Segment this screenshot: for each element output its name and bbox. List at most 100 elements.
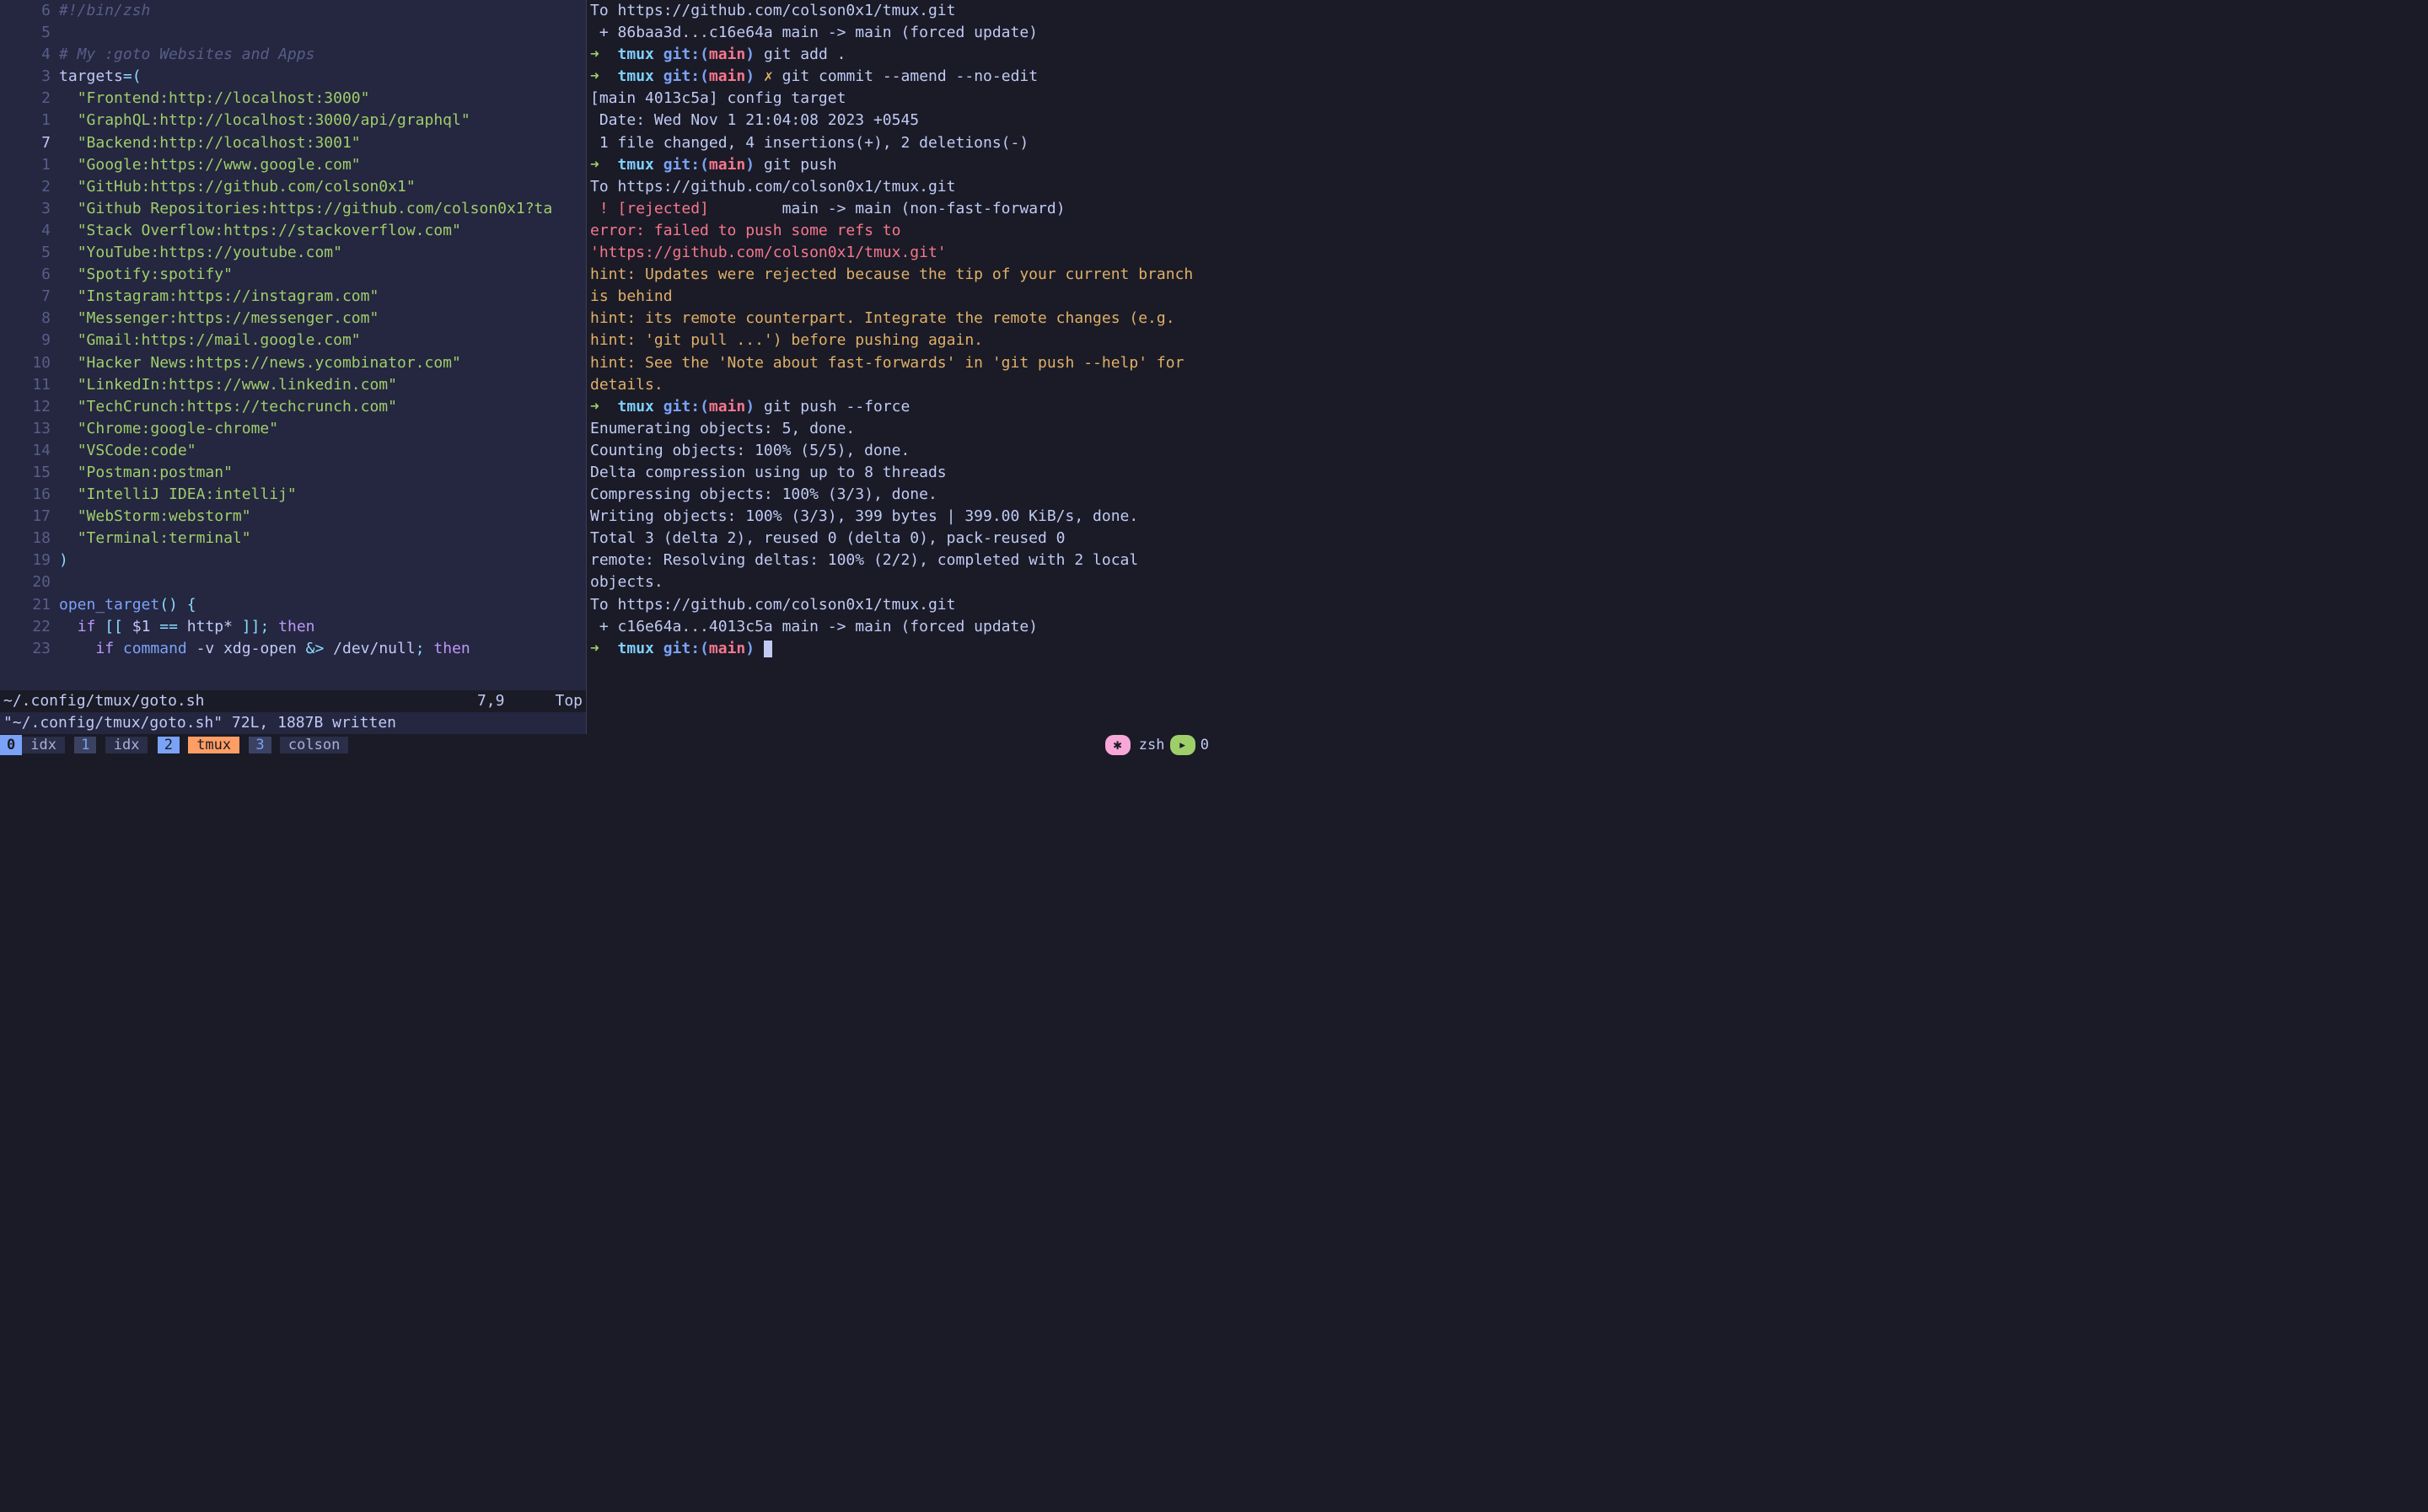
code-content[interactable]: "VSCode:code" [59,440,196,462]
code-line[interactable]: 2 "GitHub:https://github.com/colson0x1" [0,176,586,198]
code-line[interactable]: 6#!/bin/zsh [0,0,586,22]
code-content[interactable]: "Stack Overflow:https://stackoverflow.co… [59,220,461,242]
code-line[interactable]: 15 "Postman:postman" [0,462,586,484]
code-line[interactable]: 17 "WebStorm:webstorm" [0,506,586,528]
tmux-session-name[interactable]: 0 [0,735,22,756]
code-line[interactable]: 7 "Backend:http://localhost:3001" [0,132,586,154]
code-content[interactable]: #!/bin/zsh [59,0,150,22]
code-content[interactable]: ) [59,550,68,571]
code-content[interactable]: "Terminal:terminal" [59,528,251,550]
code-line[interactable]: 18 "Terminal:terminal" [0,528,586,550]
terminal-line: hint: 'git pull ...') before pushing aga… [590,330,1214,351]
vim-statusline: ~/.config/tmux/goto.sh 7,9 Top [0,690,586,712]
line-number: 5 [0,242,59,264]
code-line[interactable]: 6 "Spotify:spotify" [0,264,586,286]
line-number: 11 [0,374,59,396]
terminal-line: ! [rejected] main -> main (non-fast-forw… [590,198,1214,220]
code-line[interactable]: 23 if command -v xdg-open &> /dev/null; … [0,638,586,660]
line-number: 6 [0,0,59,22]
line-number: 20 [0,571,59,593]
code-line[interactable]: 1 "GraphQL:http://localhost:3000/api/gra… [0,110,586,131]
code-line[interactable]: 8 "Messenger:https://messenger.com" [0,308,586,330]
terminal-line: Compressing objects: 100% (3/3), done. [590,484,1214,506]
line-number: 2 [0,88,59,110]
code-line[interactable]: 16 "IntelliJ IDEA:intellij" [0,484,586,506]
code-line[interactable]: 7 "Instagram:https://instagram.com" [0,286,586,308]
tmux-window-num[interactable]: 2 [158,737,180,753]
code-line[interactable]: 5 "YouTube:https://youtube.com" [0,242,586,264]
terminal-line: To https://github.com/colson0x1/tmux.git [590,176,1214,198]
editor-pane[interactable]: 6#!/bin/zsh54# My :goto Websites and App… [0,0,586,734]
tmux-window-num[interactable]: 1 [74,737,96,753]
code-content[interactable]: "GraphQL:http://localhost:3000/api/graph… [59,110,470,131]
code-line[interactable]: 4# My :goto Websites and Apps [0,44,586,66]
code-line[interactable]: 20 [0,571,586,593]
code-content[interactable]: "Hacker News:https://news.ycombinator.co… [59,352,461,374]
code-line[interactable]: 19) [0,550,586,571]
line-number: 8 [0,308,59,330]
terminal-line: + 86baa3d...c16e64a main -> main (forced… [590,22,1214,44]
tmux-window[interactable]: colson [280,737,348,753]
code-content[interactable]: "Gmail:https://mail.google.com" [59,330,361,351]
tmux-window[interactable]: idx [105,737,148,753]
code-content[interactable]: "Google:https://www.google.com" [59,154,361,176]
code-content[interactable]: "GitHub:https://github.com/colson0x1" [59,176,416,198]
code-line[interactable]: 10 "Hacker News:https://news.ycombinator… [0,352,586,374]
code-content[interactable]: "Frontend:http://localhost:3000" [59,88,369,110]
line-number: 2 [0,176,59,198]
line-number: 14 [0,440,59,462]
terminal-pane[interactable]: To https://github.com/colson0x1/tmux.git… [586,0,1214,734]
code-line[interactable]: 9 "Gmail:https://mail.google.com" [0,330,586,351]
code-content[interactable]: "Instagram:https://instagram.com" [59,286,379,308]
code-content[interactable]: if [[ $1 == http* ]]; then [59,616,315,638]
code-line[interactable]: 5 [0,22,586,44]
code-content[interactable]: if command -v xdg-open &> /dev/null; the… [59,638,470,660]
code-line[interactable]: 21open_target() { [0,594,586,616]
code-content[interactable]: "YouTube:https://youtube.com" [59,242,342,264]
code-content[interactable]: # My :goto Websites and Apps [59,44,314,66]
code-line[interactable]: 11 "LinkedIn:https://www.linkedin.com" [0,374,586,396]
code-content[interactable]: open_target() { [59,594,196,616]
code-content[interactable]: targets=( [59,66,142,88]
code-line[interactable]: 4 "Stack Overflow:https://stackoverflow.… [0,220,586,242]
code-content[interactable]: "Chrome:google-chrome" [59,418,278,440]
line-number: 10 [0,352,59,374]
line-number: 21 [0,594,59,616]
code-content[interactable]: "WebStorm:webstorm" [59,506,251,528]
code-content[interactable]: "LinkedIn:https://www.linkedin.com" [59,374,397,396]
terminal-line: ➜ tmux git:(main) [590,638,1214,660]
terminal-line: Delta compression using up to 8 threads [590,462,1214,484]
code-line[interactable]: 22 if [[ $1 == http* ]]; then [0,616,586,638]
terminal-line: ➜ tmux git:(main) git push [590,154,1214,176]
terminal-line: Enumerating objects: 5, done. [590,418,1214,440]
code-content[interactable]: "Messenger:https://messenger.com" [59,308,379,330]
code-line[interactable]: 13 "Chrome:google-chrome" [0,418,586,440]
tmux-window[interactable]: idx [22,737,65,753]
terminal-line: ➜ tmux git:(main) git add . [590,44,1214,66]
line-number: 6 [0,264,59,286]
code-content[interactable]: "TechCrunch:https://techcrunch.com" [59,396,397,418]
code-line[interactable]: 14 "VSCode:code" [0,440,586,462]
line-number: 15 [0,462,59,484]
line-number: 23 [0,638,59,660]
code-content[interactable]: "Github Repositories:https://github.com/… [59,198,552,220]
tmux-window-num[interactable]: 3 [249,737,271,753]
vim-message: "~/.config/tmux/goto.sh" 72L, 1887B writ… [0,712,586,734]
status-file: ~/.config/tmux/goto.sh [3,690,477,712]
code-line[interactable]: 3 "Github Repositories:https://github.co… [0,198,586,220]
code-line[interactable]: 3targets=( [0,66,586,88]
status-scroll: Top [555,690,583,712]
terminal-icon: ▸ [1179,735,1187,756]
code-content[interactable]: "Backend:http://localhost:3001" [59,132,361,154]
code-content[interactable]: "Postman:postman" [59,462,233,484]
terminal-line: [main 4013c5a] config target [590,88,1214,110]
code-line[interactable]: 1 "Google:https://www.google.com" [0,154,586,176]
code-content[interactable]: "Spotify:spotify" [59,264,233,286]
tmux-status-right: ✱ zsh ▸ 0 [1105,735,1214,756]
terminal-line: Writing objects: 100% (3/3), 399 bytes |… [590,506,1214,528]
code-content[interactable]: "IntelliJ IDEA:intellij" [59,484,297,506]
tmux-window-active[interactable]: tmux [188,737,239,753]
code-line[interactable]: 2 "Frontend:http://localhost:3000" [0,88,586,110]
status-indicator-pink: ✱ [1105,735,1131,756]
code-line[interactable]: 12 "TechCrunch:https://techcrunch.com" [0,396,586,418]
